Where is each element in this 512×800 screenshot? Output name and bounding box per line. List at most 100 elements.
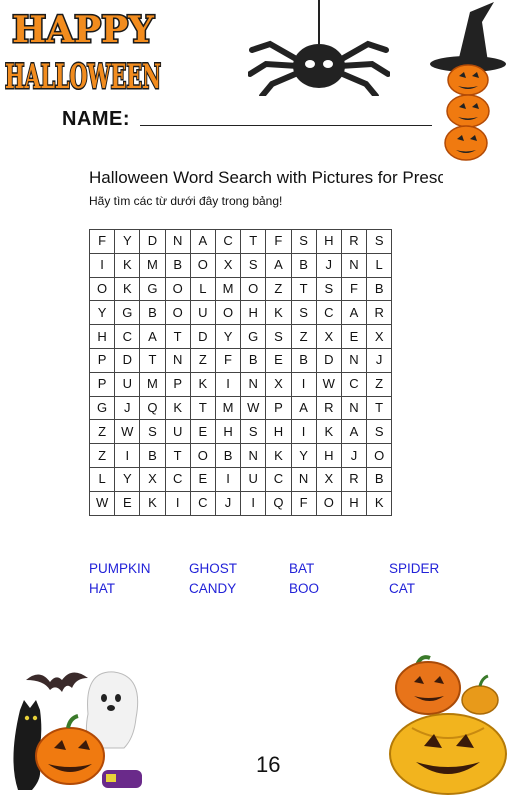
grid-cell: T bbox=[366, 395, 393, 421]
word-list-item: BAT bbox=[289, 561, 315, 576]
grid-cell: C bbox=[114, 324, 141, 349]
halloween-characters-icon bbox=[13, 671, 142, 790]
grid-cell: X bbox=[315, 324, 342, 349]
grid-cell: T bbox=[290, 276, 317, 302]
grid-cell: L bbox=[88, 466, 116, 492]
grid-cell: G bbox=[88, 395, 116, 421]
grid-cell: F bbox=[214, 347, 242, 373]
grid-cell: X bbox=[139, 466, 166, 492]
grid-cell: G bbox=[139, 276, 166, 302]
grid-cell: I bbox=[214, 371, 242, 397]
grid-cell: J bbox=[114, 395, 141, 421]
grid-cell: F bbox=[340, 276, 368, 302]
grid-cell: B bbox=[214, 443, 242, 468]
grid-cell: H bbox=[88, 324, 116, 349]
grid-cell: K bbox=[315, 419, 342, 445]
grid-cell: K bbox=[114, 276, 141, 302]
grid-cell: O bbox=[214, 300, 242, 326]
word-list-item: SPIDER bbox=[389, 561, 440, 576]
grid-cell: A bbox=[340, 419, 368, 445]
grid-cell: D bbox=[189, 324, 216, 349]
grid-cell: J bbox=[366, 347, 393, 373]
grid-cell: N bbox=[164, 229, 191, 254]
grid-cell: D bbox=[114, 347, 141, 373]
grid-cell: O bbox=[366, 443, 393, 468]
word-list-item: CANDY bbox=[189, 581, 237, 596]
grid-cell: C bbox=[164, 466, 191, 492]
grid-cell: C bbox=[189, 490, 216, 516]
grid-cell: U bbox=[114, 371, 141, 397]
grid-cell: T bbox=[164, 443, 191, 468]
grid-cell: T bbox=[240, 229, 267, 254]
worksheet-subtitle: Hãy tìm các từ dưới đây trong bảng! bbox=[89, 194, 283, 208]
grid-cell: Q bbox=[139, 395, 166, 421]
grid-cell: S bbox=[290, 229, 317, 254]
grid-cell: Y bbox=[114, 229, 141, 254]
grid-cell: K bbox=[265, 443, 292, 468]
grid-cell: I bbox=[164, 490, 191, 516]
grid-cell: S bbox=[366, 419, 393, 445]
grid-cell: P bbox=[88, 347, 116, 373]
grid-cell: I bbox=[290, 371, 317, 397]
grid-cell: Y bbox=[88, 300, 116, 326]
grid-row: ZWSUEHSHIKAS bbox=[88, 419, 393, 445]
grid-cell: I bbox=[240, 490, 267, 516]
grid-cell: C bbox=[340, 371, 368, 397]
word-list-item: PUMPKIN bbox=[89, 561, 151, 576]
pumpkins-icon bbox=[389, 655, 507, 795]
word-list: PUMPKIN GHOST BAT SPIDER HAT CANDY BOO CAT bbox=[89, 561, 489, 596]
grid-cell: O bbox=[189, 252, 216, 278]
grid-cell: H bbox=[315, 443, 342, 468]
grid-cell: N bbox=[340, 395, 368, 421]
grid-cell: F bbox=[290, 490, 317, 516]
grid-cell: P bbox=[164, 371, 191, 397]
grid-cell: I bbox=[88, 252, 116, 278]
grid-cell: S bbox=[240, 419, 267, 445]
grid-cell: S bbox=[265, 324, 292, 349]
grid-cell: Y bbox=[290, 443, 317, 468]
grid-cell: Z bbox=[88, 443, 116, 468]
grid-cell: R bbox=[366, 300, 393, 326]
grid-cell: E bbox=[189, 466, 216, 492]
grid-cell: E bbox=[265, 347, 292, 373]
witch-pumpkin-stack-icon bbox=[430, 2, 506, 161]
grid-cell: U bbox=[164, 419, 191, 445]
grid-cell: B bbox=[139, 300, 166, 326]
grid-cell: O bbox=[164, 276, 191, 302]
name-line bbox=[140, 125, 432, 126]
grid-cell: M bbox=[139, 371, 166, 397]
grid-cell: N bbox=[240, 371, 267, 397]
grid-cell: J bbox=[340, 443, 368, 468]
grid-cell: T bbox=[189, 395, 216, 421]
grid-cell: G bbox=[114, 300, 141, 326]
grid-cell: X bbox=[366, 324, 393, 349]
grid-cell: D bbox=[139, 229, 166, 254]
grid-cell: B bbox=[366, 466, 393, 492]
page-number: 16 bbox=[256, 752, 281, 777]
grid-cell: K bbox=[265, 300, 292, 326]
grid-cell: M bbox=[139, 252, 166, 278]
grid-cell: Z bbox=[366, 371, 393, 397]
name-label: NAME: bbox=[62, 108, 131, 130]
grid-row: ZIBTOBNKYHJO bbox=[88, 443, 393, 468]
grid-cell: L bbox=[189, 276, 216, 302]
grid-cell: A bbox=[139, 324, 166, 349]
grid-cell: C bbox=[265, 466, 292, 492]
spider-icon bbox=[248, 0, 390, 96]
grid-cell: W bbox=[114, 419, 141, 445]
grid-cell: M bbox=[214, 276, 242, 302]
grid-cell: C bbox=[315, 300, 342, 326]
grid-cell: H bbox=[340, 490, 368, 516]
grid-cell: W bbox=[88, 490, 116, 516]
grid-cell: X bbox=[214, 252, 242, 278]
grid-cell: S bbox=[315, 276, 342, 302]
grid-cell: K bbox=[189, 371, 216, 397]
grid-cell: U bbox=[189, 300, 216, 326]
grid-cell: Z bbox=[88, 419, 116, 445]
grid-cell: E bbox=[114, 490, 141, 516]
grid-cell: O bbox=[240, 276, 267, 302]
grid-cell: Y bbox=[214, 324, 242, 349]
grid-cell: Z bbox=[189, 347, 216, 373]
grid-row: PDTNZFBEBDNJ bbox=[88, 347, 393, 373]
grid-cell: N bbox=[340, 347, 368, 373]
